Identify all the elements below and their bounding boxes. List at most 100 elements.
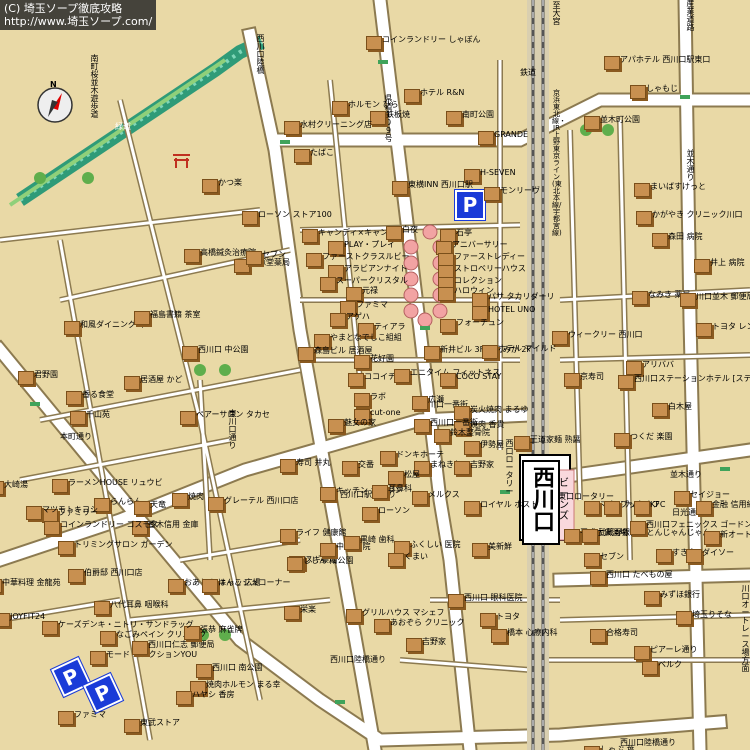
shop-label[interactable]: ホテル マイルド <box>498 344 557 353</box>
shop-label[interactable]: トヨタ <box>496 612 520 621</box>
shop-label[interactable]: ファーストレディー <box>454 252 525 261</box>
shop-label[interactable]: たばこ <box>310 148 334 157</box>
shop-label[interactable]: 白木屋 <box>668 402 692 411</box>
shop-label[interactable]: みずほ銀行 <box>660 590 700 599</box>
shop-label[interactable]: 井上 病院 <box>710 258 745 267</box>
shop-label[interactable]: ローソン ストア100 <box>258 210 332 219</box>
shop-label[interactable]: 大崎湯 <box>4 480 28 489</box>
shop-label[interactable]: 焼肉 <box>188 492 204 501</box>
shop-label[interactable]: アゲハ <box>346 312 370 321</box>
shop-label[interactable]: 並木町公園 <box>600 115 640 124</box>
shop-label[interactable]: ドンキホーテ <box>396 450 444 459</box>
shop-label[interactable]: 松屋 <box>404 470 420 479</box>
shop-label[interactable]: KFC <box>650 500 665 509</box>
shop-label[interactable]: あおぞら クリニック <box>390 618 465 627</box>
shop-label[interactable]: PLAY・プレイ <box>344 240 395 249</box>
shop-label[interactable]: モンリーヴ <box>500 186 540 195</box>
shop-label[interactable]: ハヤシ 香房 <box>192 690 235 699</box>
shop-label[interactable]: 水村クリーニング店 <box>300 120 372 129</box>
shop-label[interactable]: 南町公園 <box>462 110 494 119</box>
shop-label[interactable]: 森島ビル 居酒屋 <box>314 346 373 355</box>
shop-label[interactable]: アリババ <box>642 360 674 369</box>
shop-label[interactable]: ファミマ <box>356 300 388 309</box>
shop-label[interactable]: 伊勢屋 <box>480 440 504 449</box>
parking-sign[interactable]: P <box>454 189 486 221</box>
shop-label[interactable]: 埼玉りそな <box>692 610 732 619</box>
shop-label[interactable]: 中華料理 金龍苑 <box>2 578 61 587</box>
shop-label[interactable]: 寿司 井丸 <box>296 458 331 467</box>
shop-label[interactable]: ウィークリー 西川口 <box>568 330 643 339</box>
shop-label[interactable]: cut-one <box>370 408 401 417</box>
shop-label[interactable]: 鈴木整骨院 <box>450 428 490 437</box>
shop-label[interactable]: 交番 <box>358 460 374 469</box>
shop-label[interactable]: 西川口ステーションホテル [ステイラウンジ] <box>634 374 750 383</box>
shop-label[interactable]: アラビアンナイト <box>344 264 408 273</box>
shop-label[interactable]: メルクス <box>428 490 460 499</box>
shop-label[interactable]: トヨタ レンタカー <box>712 322 750 331</box>
shop-label[interactable]: 黒崎 歯科 <box>360 535 395 544</box>
shop-label[interactable]: 王道家麺 熟醤 <box>530 435 581 444</box>
shop-label[interactable]: ふくしい 医院 <box>410 540 461 549</box>
shop-label[interactable]: 西川口 中公園 <box>198 345 249 354</box>
shop-label[interactable]: 香る食堂 <box>82 390 114 399</box>
shop-label[interactable]: 合格寿司 <box>606 628 638 637</box>
shop-label[interactable]: 新オートレース通り <box>720 530 750 539</box>
shop-label[interactable]: ホルモン ひら <box>348 100 399 109</box>
shop-label[interactable]: セイジョー <box>690 490 730 499</box>
shop-label[interactable]: コレクション <box>454 276 502 285</box>
shop-label[interactable]: 吉野家 <box>470 460 494 469</box>
shop-label[interactable]: ケーズデンキ・ニトリ・サンドラッグ <box>58 620 194 629</box>
shop-label[interactable]: 耳鼻科 <box>388 484 412 493</box>
shop-label[interactable]: グレーテル 西川口店 <box>224 496 299 505</box>
shop-label[interactable]: ペアーサロン タカセ <box>196 410 270 419</box>
shop-label[interactable]: フォーチュン <box>456 318 504 327</box>
shop-label[interactable]: ファミマ <box>74 710 106 719</box>
shop-label[interactable]: ベルク <box>658 660 682 669</box>
shop-label[interactable]: かつ楽 <box>218 178 242 187</box>
shop-label[interactable]: くまい <box>404 552 428 561</box>
shop-label[interactable]: 川口並木 郵便局 <box>696 292 750 301</box>
shop-label[interactable]: アパホテル 西川口駅東口 <box>620 55 710 64</box>
shop-label[interactable]: 八代耳鼻 咽喉科 <box>110 600 169 609</box>
shop-label[interactable]: 鉄板焼 <box>386 110 410 119</box>
shop-label[interactable]: 西川口 たべもの屋 <box>606 570 673 579</box>
shop-label[interactable]: 広瀬 <box>428 395 444 404</box>
shop-label[interactable]: コインランドリー しゃぼん <box>382 35 481 44</box>
shop-label[interactable]: ピアーレ通り <box>650 645 698 654</box>
shop-label[interactable]: 西川口 眼科医院 <box>464 593 523 602</box>
shop-label[interactable]: 東武ストア <box>140 718 180 727</box>
shop-label[interactable]: マツモトキヨシ <box>42 505 98 514</box>
shop-label[interactable]: 福島書籍 茶室 <box>150 310 201 319</box>
shop-label[interactable]: JOYFIT24 <box>10 612 45 621</box>
shop-label[interactable]: 美新鮮 <box>488 542 512 551</box>
shop-label[interactable]: 栄楽 <box>300 605 316 614</box>
shop-label[interactable]: ラボ <box>370 392 386 401</box>
shop-label[interactable]: かがやき クリニック川口 <box>652 210 743 219</box>
shop-label[interactable]: 元禄 <box>362 286 378 295</box>
shop-label[interactable]: 東横INN 西川口駅 <box>408 180 473 189</box>
shop-label[interactable]: じしん 南公園 <box>303 556 354 565</box>
shop-label[interactable]: 伯爵邸 西川口店 <box>84 568 143 577</box>
shop-label[interactable]: コインランドリー コスモス <box>60 520 159 529</box>
shop-label[interactable]: はんこ 広場 <box>218 578 261 587</box>
shop-label[interactable]: ロイヤル ホスト <box>480 500 538 509</box>
site-url[interactable]: http://www.埼玉ソープ.com/ <box>4 15 152 28</box>
shop-label[interactable]: まいばすけっと <box>650 182 706 191</box>
shop-label[interactable]: ラーメンHOUSE リュウビ <box>68 478 163 487</box>
shop-label[interactable]: しゃもじ <box>646 84 678 93</box>
shop-label[interactable]: ライフ 健康館 <box>296 528 347 537</box>
shop-label[interactable]: 西川口仁志 郵便局 <box>148 640 215 649</box>
shop-label[interactable]: スーパークリスタル <box>336 276 408 285</box>
shop-label[interactable]: 橋本 心療内科 <box>507 628 558 637</box>
shop-label[interactable]: 張恭 麻雀牌 <box>200 625 243 634</box>
shop-label[interactable]: 居酒屋 かど <box>140 375 183 384</box>
shop-label[interactable]: ダイソー <box>702 548 734 557</box>
shop-label[interactable]: GRANDE <box>494 130 528 139</box>
shop-label[interactable]: 魅女の家 <box>344 418 376 427</box>
shop-label[interactable]: つくだ 楽園 <box>630 432 673 441</box>
shop-label[interactable]: 西川口 南公園 <box>212 663 263 672</box>
shop-label[interactable]: HOTEL UNO <box>488 305 535 314</box>
shop-label[interactable]: 西川口フェニックス ゴードン <box>646 520 750 529</box>
shop-label[interactable]: パサ タカリダーリ <box>488 292 555 301</box>
shop-label[interactable]: やまとなでしこ組組 <box>330 333 402 342</box>
